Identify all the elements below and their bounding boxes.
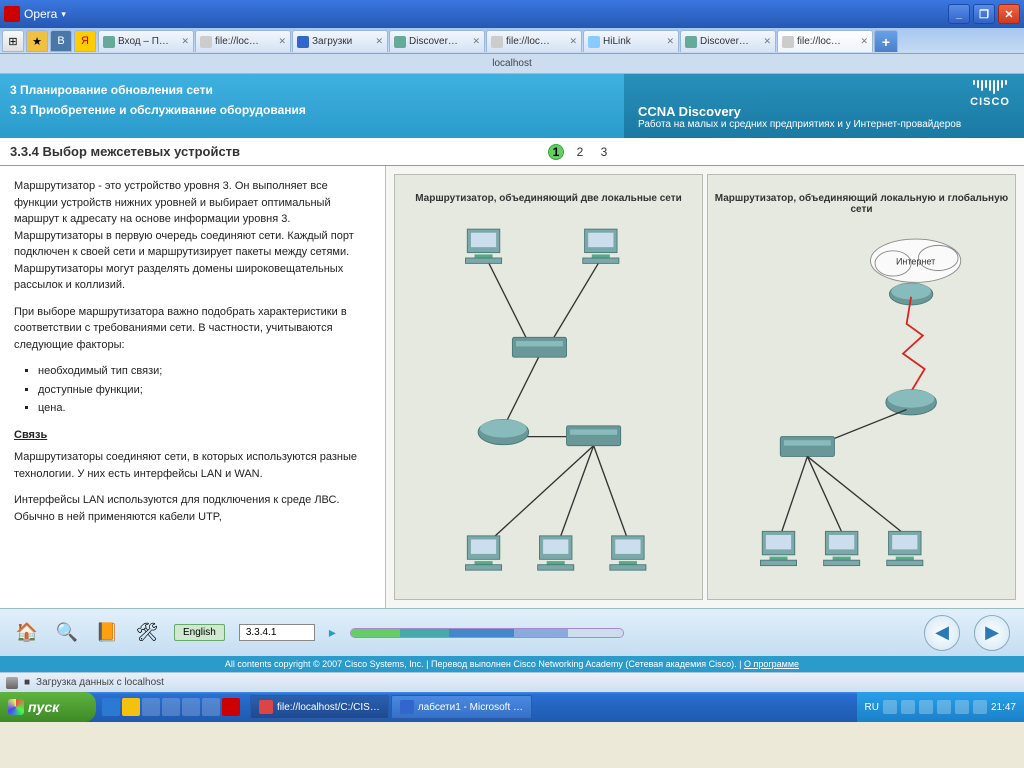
paragraph: Интерфейсы LAN используются для подключе… <box>14 492 371 525</box>
close-tab-icon[interactable]: ✕ <box>278 36 286 47</box>
glossary-icon[interactable]: 📙 <box>94 620 120 646</box>
copyright-bar: All contents copyright © 2007 Cisco Syst… <box>0 656 1024 672</box>
close-tab-icon[interactable]: ✕ <box>666 36 674 47</box>
page-2-button[interactable]: 2 <box>572 144 588 160</box>
course-toolbar: 🏠 🔍 📙 🛠 English 3.3.4.1 ▸ ◀ ▶ <box>0 608 1024 656</box>
course-brand-panel: CISCO CCNA Discovery Работа на малых и с… <box>624 74 1024 138</box>
paragraph: Маршрутизаторы соединяют сети, в которых… <box>14 449 371 482</box>
progress-bar <box>350 628 624 638</box>
task-word[interactable]: лабсети1 - Microsoft … <box>391 695 532 719</box>
subheading: Связь <box>14 427 371 444</box>
bullet-list: необходимый тип связи; доступные функции… <box>38 363 371 417</box>
window-titlebar: Opera ▾ _ ❐ ✕ <box>0 0 1024 28</box>
tray-icon[interactable] <box>937 700 951 714</box>
tray-icon[interactable] <box>955 700 969 714</box>
windows-taskbar: пуск file://localhost/C:/CIS… лабсети1 -… <box>0 692 1024 722</box>
dropdown-icon[interactable]: ▾ <box>61 9 66 20</box>
close-tab-icon[interactable]: ✕ <box>472 36 480 47</box>
paragraph: При выборе маршрутизатора важно подобрат… <box>14 304 371 354</box>
tab-6[interactable]: HiLink✕ <box>583 30 679 52</box>
tray-icon[interactable] <box>919 700 933 714</box>
diagram-lan-lan: Маршрутизатор, объединяющий две локальны… <box>394 174 703 600</box>
tools-icon[interactable]: 🛠 <box>134 620 160 646</box>
prev-page-button[interactable]: ◀ <box>924 615 960 651</box>
tab-4[interactable]: Discover…✕ <box>389 30 485 52</box>
tab-strip: ⊞ ★ В Я Вход – П…✕ file://loc…✕ Загрузки… <box>0 28 1024 54</box>
yandex-icon[interactable]: Я <box>74 30 96 52</box>
tab-7[interactable]: Discover…✕ <box>680 30 776 52</box>
browser-statusbar: ■ Загрузка данных с localhost <box>0 672 1024 692</box>
app-icon[interactable] <box>202 698 220 716</box>
text-pane[interactable]: Маршрутизатор - это устройство уровня 3.… <box>0 166 386 608</box>
vk-icon[interactable]: В <box>50 30 72 52</box>
tray-icon[interactable] <box>883 700 897 714</box>
paragraph: Маршрутизатор - это устройство уровня 3.… <box>14 178 371 294</box>
ie-icon[interactable] <box>102 698 120 716</box>
lang-indicator[interactable]: RU <box>865 702 879 713</box>
section-title: 3.3.4 Выбор межсетевых устройств <box>0 138 536 165</box>
close-button[interactable]: ✕ <box>998 4 1020 24</box>
quick-launch <box>96 692 246 722</box>
start-button[interactable]: пуск <box>0 692 96 722</box>
close-tab-icon[interactable]: ✕ <box>860 36 868 47</box>
tab-3[interactable]: Загрузки✕ <box>292 30 388 52</box>
window-title: Opera <box>24 7 57 21</box>
home-icon[interactable]: 🏠 <box>14 620 40 646</box>
tab-8[interactable]: file://loc…✕ <box>777 30 873 52</box>
language-button[interactable]: English <box>174 624 225 641</box>
task-opera[interactable]: file://localhost/C:/CIS… <box>250 695 389 719</box>
tab-2[interactable]: file://loc…✕ <box>195 30 291 52</box>
app-icon[interactable] <box>162 698 180 716</box>
about-link[interactable]: О программе <box>744 659 799 669</box>
minimize-button[interactable]: _ <box>948 4 970 24</box>
bookmarks-icon[interactable]: ★ <box>26 30 48 52</box>
cisco-logo: CISCO <box>970 80 1010 108</box>
go-icon[interactable]: ▸ <box>329 624 336 641</box>
location-input[interactable]: 3.3.4.1 <box>239 624 315 641</box>
tab-1[interactable]: Вход – П…✕ <box>98 30 194 52</box>
diagram-area: Маршрутизатор, объединяющий две локальны… <box>386 166 1024 608</box>
close-tab-icon[interactable]: ✕ <box>181 36 189 47</box>
opera-ql-icon[interactable] <box>222 698 240 716</box>
speed-dial-icon[interactable]: ⊞ <box>2 30 24 52</box>
windows-logo-icon <box>8 699 24 715</box>
diagram-lan-wan: Маршрутизатор, объединяющий локальную и … <box>707 174 1016 600</box>
maximize-button[interactable]: ❐ <box>973 4 995 24</box>
status-progress-icon: ■ <box>24 677 30 688</box>
address-bar[interactable]: localhost <box>0 54 1024 74</box>
tray-icon[interactable] <box>973 700 987 714</box>
app-icon[interactable] <box>142 698 160 716</box>
page-3-button[interactable]: 3 <box>596 144 612 160</box>
course-breadcrumb: 3 Планирование обновления сети 3.3 Приоб… <box>0 74 624 138</box>
close-tab-icon[interactable]: ✕ <box>569 36 577 47</box>
svg-text:Интернет: Интернет <box>896 256 935 266</box>
clock[interactable]: 21:47 <box>991 702 1016 713</box>
search-icon[interactable]: 🔍 <box>54 620 80 646</box>
cisco-content: 3 Планирование обновления сети 3.3 Приоб… <box>0 74 1024 672</box>
close-tab-icon[interactable]: ✕ <box>763 36 771 47</box>
system-tray: RU 21:47 <box>857 692 1024 722</box>
app-icon[interactable] <box>182 698 200 716</box>
tab-5[interactable]: file://loc…✕ <box>486 30 582 52</box>
chrome-icon[interactable] <box>122 698 140 716</box>
new-tab-button[interactable]: + <box>874 30 898 52</box>
opera-logo-icon <box>4 6 20 22</box>
pager: 1 2 3 <box>536 138 624 165</box>
page-1-button[interactable]: 1 <box>548 144 564 160</box>
next-page-button[interactable]: ▶ <box>974 615 1010 651</box>
status-text: Загрузка данных с localhost <box>36 677 164 688</box>
shield-icon <box>6 677 18 689</box>
close-tab-icon[interactable]: ✕ <box>375 36 383 47</box>
tray-icon[interactable] <box>901 700 915 714</box>
